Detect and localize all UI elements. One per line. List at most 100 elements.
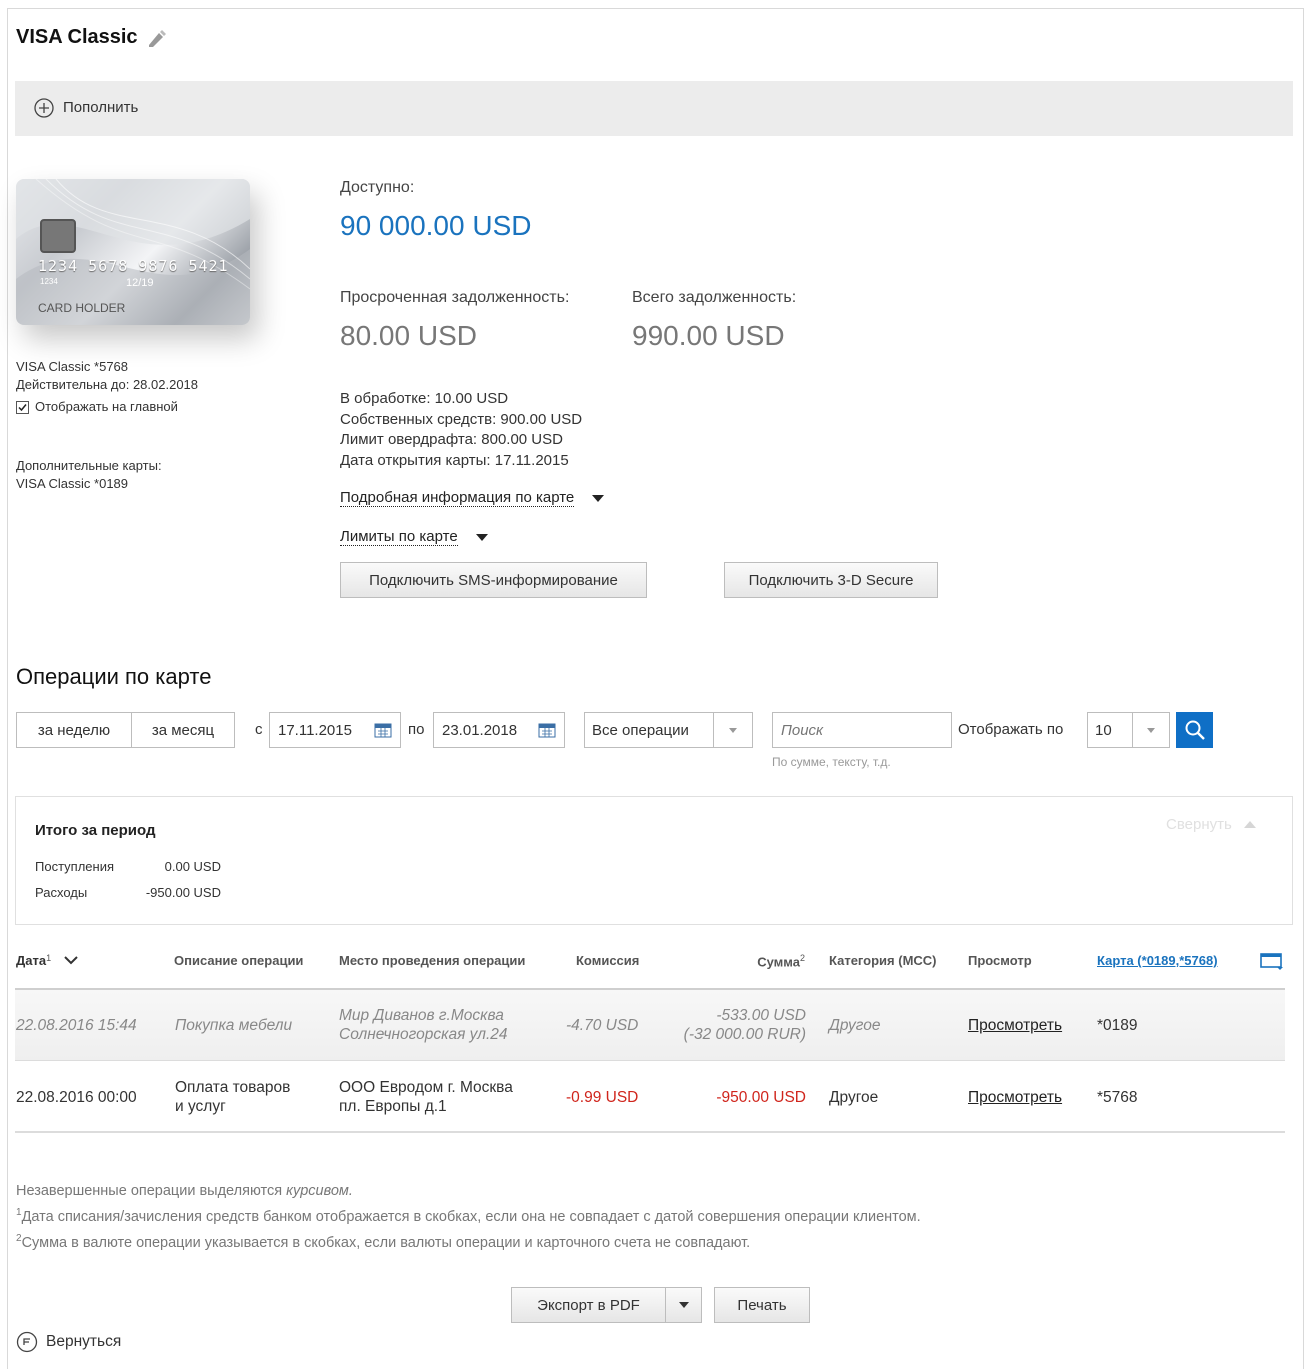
chip-icon	[40, 219, 76, 253]
row-place: Мир Диванов г.Москва Солнечногорская ул.…	[339, 1006, 508, 1044]
triangle-up-icon[interactable]	[1243, 821, 1256, 828]
date-from-field[interactable]: 17.11.2015	[269, 712, 401, 748]
back-arrow-icon[interactable]	[16, 1331, 38, 1353]
header-card-filter[interactable]: Карта (*0189,*5768)	[1097, 953, 1218, 968]
row-place-line2: Солнечногорская ул.24	[339, 1026, 508, 1043]
footnote-2-text: Сумма в валюте операции указывается в ск…	[21, 1234, 751, 1251]
collapse-label[interactable]: Свернуть	[1166, 816, 1232, 833]
back-link[interactable]: Вернуться	[16, 1331, 121, 1353]
week-button[interactable]: за неделю	[17, 713, 132, 747]
pencil-icon[interactable]	[146, 28, 168, 50]
summary-title: Итого за период	[35, 822, 156, 839]
row-description: Оплата товаров и услуг	[175, 1078, 290, 1116]
calendar-icon[interactable]	[374, 722, 392, 738]
footnote-pending: Незавершенные операции выделяются курсив…	[16, 1180, 921, 1202]
row-category: Другое	[829, 1089, 879, 1106]
page-size-select[interactable]: 10	[1087, 712, 1170, 748]
header-fee: Комиссия	[576, 953, 640, 968]
row-amount: -950.00 USD	[716, 1089, 806, 1106]
triangle-down-icon[interactable]	[592, 494, 605, 502]
row-place-line1: Мир Диванов г.Москва	[339, 1007, 504, 1024]
date-from-value: 17.11.2015	[278, 721, 352, 739]
row-date: 22.08.2016 15:44	[16, 1017, 137, 1034]
show-by-label: Отображать по	[958, 721, 1064, 738]
row-divider	[15, 1060, 1285, 1061]
row-fee: -4.70 USD	[566, 1017, 639, 1034]
search-input[interactable]	[772, 712, 952, 748]
row-amount-line2: (-32 000.00 RUR)	[683, 1026, 806, 1043]
row-date: 22.08.2016 00:00	[16, 1089, 137, 1106]
additional-card-item[interactable]: VISA Classic *0189	[16, 475, 128, 493]
search-icon[interactable]	[1184, 719, 1206, 741]
sms-button[interactable]: Подключить SMS-информирование	[340, 562, 647, 598]
own-funds: Собственных средств: 900.00 USD	[340, 410, 583, 428]
row-card: *0189	[1097, 1017, 1138, 1034]
show-on-main[interactable]: Отображать на главной	[16, 398, 178, 416]
date-to-field[interactable]: 23.01.2018	[433, 712, 565, 748]
page-size-value: 10	[1095, 721, 1112, 739]
details-toggle[interactable]: Подробная информация по карте	[340, 489, 605, 507]
search-button[interactable]	[1176, 712, 1213, 748]
triangle-down-icon[interactable]	[678, 1302, 689, 1308]
print-button[interactable]: Печать	[714, 1287, 810, 1323]
operation-type-value: Все операции	[592, 721, 689, 739]
to-label: по	[408, 721, 425, 738]
topup-link[interactable]: Пополнить	[63, 99, 138, 116]
row-view-link[interactable]: Просмотреть	[968, 1016, 1062, 1035]
additional-cards-title: Дополнительные карты:	[16, 458, 162, 473]
card-image-number: 1234 5678 9876 5421	[38, 257, 229, 275]
export-dropdown-button[interactable]	[665, 1287, 702, 1323]
row-category: Другое	[829, 1017, 881, 1034]
triangle-down-icon[interactable]	[475, 533, 488, 541]
footnote-1-text: Дата списания/зачисления средств банком …	[21, 1208, 921, 1225]
checkbox-checked-icon[interactable]	[16, 400, 29, 414]
collapse-toggle[interactable]: Свернуть	[1166, 816, 1256, 833]
show-on-main-label: Отображать на главной	[35, 399, 178, 414]
calendar-icon[interactable]	[538, 722, 556, 738]
row-description-line1: Оплата товаров	[175, 1079, 291, 1096]
total-debt-value: 990.00 USD	[632, 320, 785, 351]
header-date[interactable]: Дата 1	[16, 953, 79, 968]
row-amount-line1: -533.00 USD	[716, 1007, 806, 1024]
available-value: 90 000.00 USD	[340, 210, 532, 241]
overdraft-limit: Лимит овердрафта: 800.00 USD	[340, 431, 563, 448]
chevron-down-icon[interactable]	[63, 955, 79, 967]
secure-3ds-button[interactable]: Подключить 3-D Secure	[724, 562, 938, 598]
row-view-link[interactable]: Просмотреть	[968, 1088, 1062, 1107]
row-place: ООО Евродом г. Москва пл. Европы д.1	[339, 1078, 513, 1116]
available-label: Доступно:	[340, 179, 415, 196]
footnote-pending-text: Незавершенные операции выделяются	[16, 1183, 287, 1199]
row-card: *5768	[1097, 1089, 1138, 1106]
select-arrow-icon[interactable]	[1132, 713, 1169, 747]
header-date-sup: 1	[46, 953, 52, 963]
operation-type-select[interactable]: Все операции	[584, 712, 753, 748]
row-description-line2: и услуг	[175, 1098, 226, 1115]
table-bottom-divider	[15, 1131, 1285, 1133]
column-settings-icon[interactable]	[1260, 953, 1284, 974]
period-buttons: за неделю за месяц	[16, 712, 235, 748]
month-button[interactable]: за месяц	[132, 713, 234, 747]
footnote-1: 1Дата списания/зачисления средств банком…	[16, 1202, 921, 1228]
card-valid-until: Действительна до: 28.02.2018	[16, 377, 199, 392]
details-link[interactable]: Подробная информация по карте	[340, 489, 575, 507]
search-hint: По сумме, тексту, т.д.	[772, 755, 891, 769]
export-pdf-button[interactable]: Экспорт в PDF	[511, 1287, 666, 1323]
row-amount: -533.00 USD (-32 000.00 RUR)	[640, 1006, 806, 1044]
footnote-pending-italic: курсивом.	[286, 1183, 353, 1199]
select-arrow-icon[interactable]	[713, 713, 752, 747]
card-image-valid: 12/19	[126, 277, 154, 289]
header-amount-sup: 2	[799, 953, 805, 963]
header-category: Категория (MCC)	[829, 953, 937, 968]
back-label[interactable]: Вернуться	[46, 1333, 121, 1351]
header-description: Описание операции	[174, 953, 304, 968]
plus-circle-icon[interactable]	[34, 98, 54, 118]
card-image-small: 1234	[40, 277, 58, 286]
limits-link[interactable]: Лимиты по карте	[340, 528, 458, 546]
action-bar	[15, 81, 1293, 136]
card-details-block: В обработке: 10.00 USD Собственных средс…	[340, 389, 582, 471]
limits-toggle[interactable]: Лимиты по карте	[340, 528, 488, 546]
row-description: Покупка мебели	[175, 1017, 293, 1034]
date-to-value: 23.01.2018	[442, 721, 518, 739]
card-opened-date: Дата открытия карты: 17.11.2015	[340, 451, 569, 469]
expense-value: -950.00 USD	[145, 885, 221, 900]
